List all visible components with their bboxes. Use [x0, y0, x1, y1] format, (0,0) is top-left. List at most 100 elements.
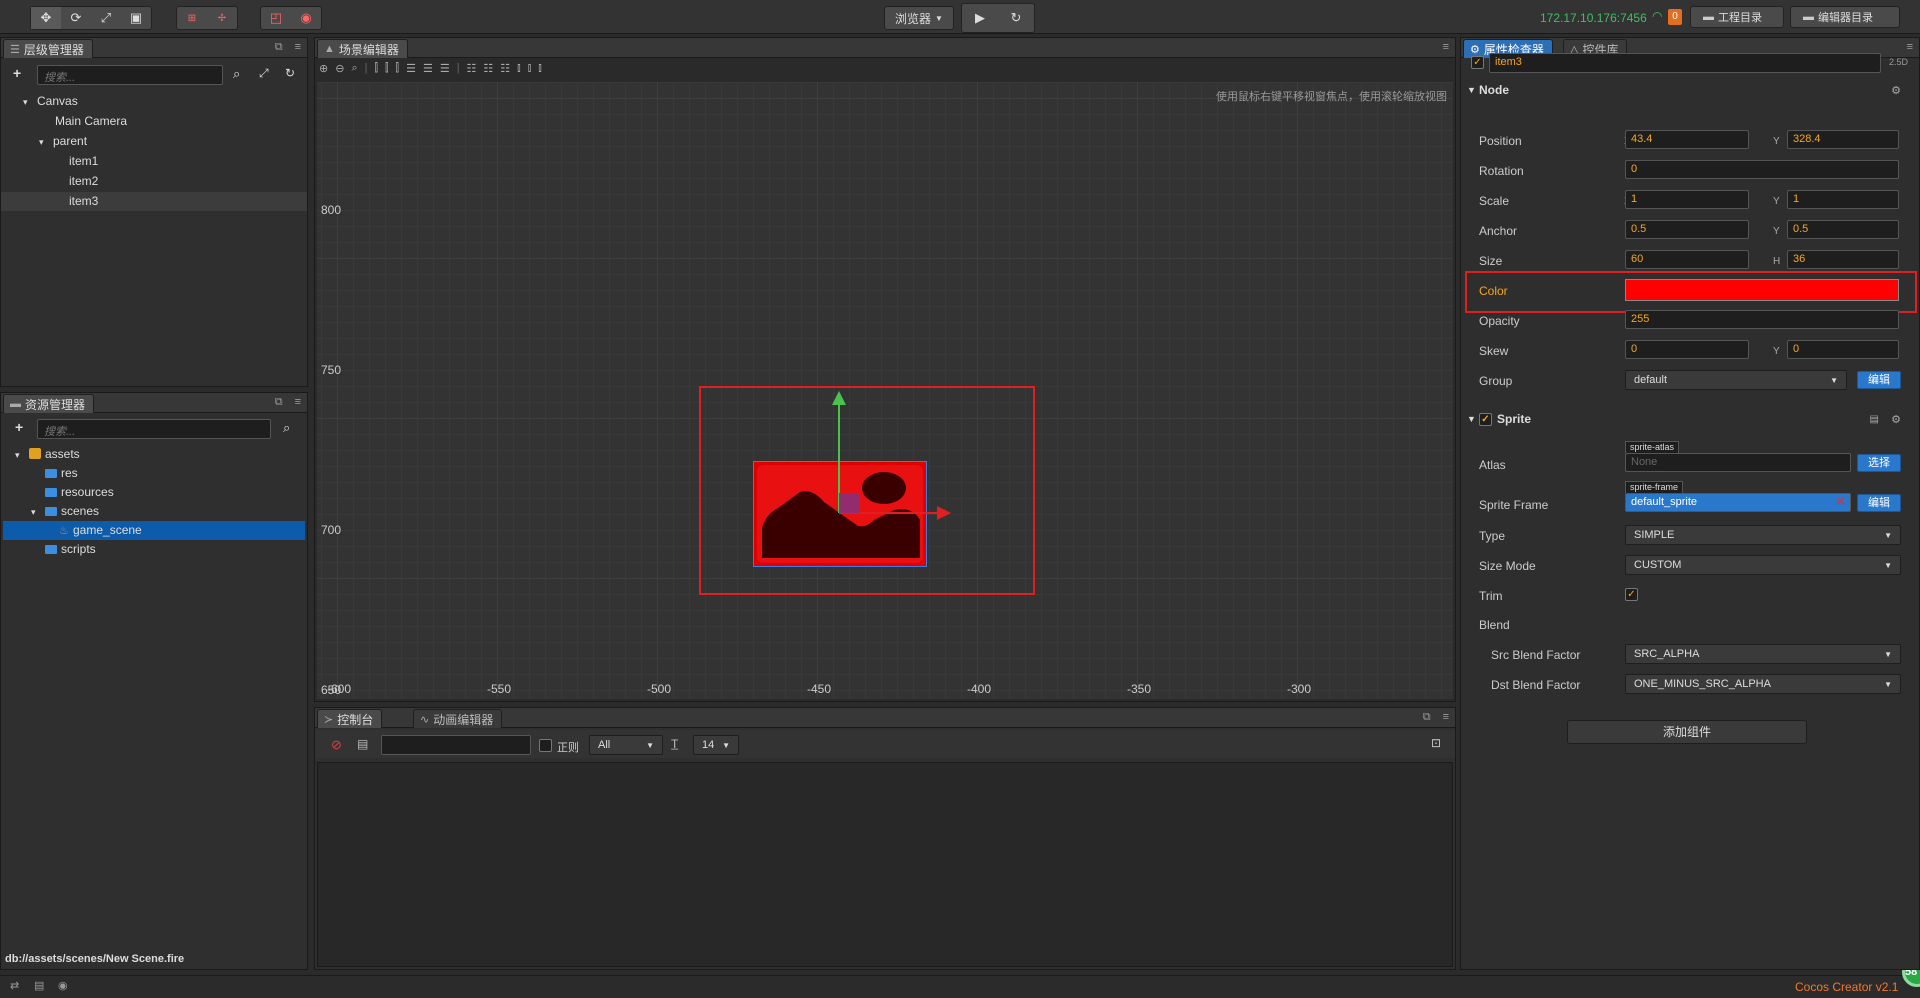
refresh-icon[interactable]: ↻ — [998, 4, 1034, 32]
group-edit-button[interactable]: 编辑 — [1857, 371, 1901, 389]
distribute-vcenter-icon[interactable]: ☷ — [483, 62, 493, 78]
refresh-icon[interactable]: ↻ — [285, 66, 295, 80]
gear-icon[interactable]: ⚙ — [1891, 84, 1901, 97]
rect-tool-icon[interactable]: ▣ — [121, 7, 151, 29]
distribute-bottom-icon[interactable]: ☷ — [500, 62, 510, 78]
distribute-hcenter-icon[interactable]: ⫾ — [528, 62, 532, 78]
trim-checkbox[interactable]: ✓ — [1625, 588, 1638, 601]
popout-icon[interactable]: ⧉ — [1423, 711, 1431, 724]
align-left-icon[interactable]: ⫿ — [374, 62, 378, 78]
scale-tool-icon[interactable]: ⤢ — [91, 7, 121, 29]
menu-icon[interactable]: ≡ — [1443, 41, 1449, 53]
collapse-icon[interactable]: ⊡ — [1431, 736, 1441, 750]
preview-select[interactable]: 浏览器 ▼ — [884, 6, 954, 30]
node-section-header[interactable]: ▼ Node ⚙ — [1461, 80, 1919, 100]
skew-x-input[interactable]: 0 — [1625, 340, 1749, 359]
eye-icon[interactable]: ◉ — [58, 979, 68, 992]
scale-y-input[interactable]: 1 — [1787, 190, 1899, 209]
align-bottom-icon[interactable]: ☰ — [440, 62, 450, 78]
move-tool-icon[interactable]: ✥ — [31, 7, 61, 29]
global-icon[interactable]: ◉ — [291, 7, 321, 29]
tab-animation-editor[interactable]: ∿ 动画编辑器 — [413, 709, 503, 728]
tree-item-item3[interactable]: item3 — [1, 192, 307, 211]
pivot-icon[interactable]: ✢ — [207, 7, 237, 29]
zoom-in-icon[interactable]: ⊕ — [319, 62, 328, 78]
size-mode-select[interactable]: CUSTOM ▼ — [1625, 555, 1901, 575]
tree-item-game-scene[interactable]: ♨ game_scene — [3, 521, 305, 540]
center-gizmo[interactable] — [839, 493, 859, 513]
tree-item-canvas[interactable]: ▾ Canvas — [1, 92, 307, 111]
hierarchy-search-input[interactable]: 搜索... — [37, 65, 223, 85]
anchor-y-input[interactable]: 0.5 — [1787, 220, 1899, 239]
tab-assets[interactable]: ▬ 资源管理器 — [3, 394, 95, 413]
snap-icon[interactable]: ◰ — [261, 7, 291, 29]
tab-hierarchy[interactable]: ☰ 层级管理器 — [3, 39, 93, 58]
align-top-icon[interactable]: ☰ — [406, 62, 416, 78]
zoom-out-icon[interactable]: ⊖ — [335, 62, 344, 78]
database-icon[interactable]: ▤ — [34, 979, 44, 992]
project-dir-button[interactable]: ▬ 工程目录 — [1690, 6, 1784, 28]
log-level-select[interactable]: All ▼ — [589, 735, 663, 755]
popout-icon[interactable]: ⧉ — [275, 41, 283, 54]
distribute-right-icon[interactable]: ⫾ — [538, 62, 542, 78]
menu-icon[interactable]: ≡ — [295, 41, 301, 54]
dst-blend-select[interactable]: ONE_MINUS_SRC_ALPHA ▼ — [1625, 674, 1901, 694]
add-component-button[interactable]: 添加组件 — [1567, 720, 1807, 744]
expand-arrow-icon[interactable]: ▾ — [23, 93, 37, 112]
distribute-top-icon[interactable]: ☷ — [467, 62, 477, 78]
sprite-item3[interactable] — [753, 461, 927, 567]
node-name-input[interactable]: item3 — [1489, 53, 1881, 73]
tree-item-resources[interactable]: resources — [1, 483, 307, 502]
size-w-input[interactable]: 60 — [1625, 250, 1749, 269]
type-select[interactable]: SIMPLE ▼ — [1625, 525, 1901, 545]
console-filter-input[interactable] — [381, 735, 531, 755]
sprite-frame-edit-button[interactable]: 编辑 — [1857, 494, 1901, 512]
tree-item-item1[interactable]: item1 — [1, 152, 307, 171]
tab-console[interactable]: ≻ 控制台 — [317, 709, 383, 728]
scale-x-input[interactable]: 1 — [1625, 190, 1749, 209]
editor-dir-button[interactable]: ▬ 编辑器目录 — [1790, 6, 1900, 28]
position-y-input[interactable]: 328.4 — [1787, 130, 1899, 149]
expand-arrow-icon[interactable]: ▾ — [15, 446, 29, 465]
y-arrow-icon[interactable] — [832, 391, 846, 405]
rotation-input[interactable]: 0 — [1625, 160, 1899, 179]
src-blend-select[interactable]: SRC_ALPHA ▼ — [1625, 644, 1901, 664]
opacity-input[interactable]: 255 — [1625, 310, 1899, 329]
align-right-icon[interactable]: ⫿ — [396, 62, 400, 78]
add-icon[interactable]: + — [15, 419, 23, 435]
ip-address[interactable]: 172.17.10.176:7456 — [1540, 11, 1647, 25]
mode-2-5d-toggle[interactable]: 2.5D — [1889, 57, 1908, 67]
tree-item-scripts[interactable]: scripts — [1, 540, 307, 559]
add-icon[interactable]: + — [13, 65, 21, 81]
distribute-left-icon[interactable]: ⫾ — [517, 62, 521, 78]
expand-icon[interactable]: ⤢ — [259, 66, 269, 81]
popout-icon[interactable]: ⧉ — [275, 396, 283, 409]
tab-scene-editor[interactable]: ▲ 场景编辑器 — [317, 39, 408, 58]
align-vcenter-icon[interactable]: ☰ — [423, 62, 433, 78]
atlas-select-button[interactable]: 选择 — [1857, 454, 1901, 472]
scene-viewport[interactable]: 使用鼠标右键平移视窗焦点，使用滚轮缩放视图 800 750 700 650 -6… — [317, 82, 1453, 699]
zoom-reset-icon[interactable]: ⌕ — [351, 62, 357, 78]
play-icon[interactable]: ▶ — [962, 4, 998, 32]
sprite-section-header[interactable]: ▼ ✓ Sprite ▤ ⚙ — [1461, 409, 1919, 429]
tree-item-item2[interactable]: item2 — [1, 172, 307, 191]
tree-item-scenes[interactable]: ▾ scenes — [1, 502, 307, 521]
color-swatch[interactable] — [1625, 279, 1899, 301]
log-file-icon[interactable]: ▤ — [357, 737, 368, 751]
sprite-enabled-checkbox[interactable]: ✓ — [1479, 412, 1492, 426]
node-active-checkbox[interactable]: ✓ — [1471, 56, 1484, 69]
search-icon[interactable]: ⌕ — [233, 66, 240, 82]
sprite-frame-input[interactable]: default_sprite ✕ — [1625, 493, 1851, 512]
anchor-x-input[interactable]: 0.5 — [1625, 220, 1749, 239]
expand-arrow-icon[interactable]: ▾ — [31, 503, 45, 522]
tree-item-res[interactable]: res — [1, 464, 307, 483]
expand-arrow-icon[interactable]: ▾ — [39, 133, 53, 152]
menu-icon[interactable]: ≡ — [1443, 711, 1449, 724]
group-select[interactable]: default ▼ — [1625, 370, 1847, 390]
atlas-input[interactable]: None — [1625, 453, 1851, 472]
help-icon[interactable]: ▤ — [1870, 414, 1879, 425]
gear-icon[interactable]: ⚙ — [1891, 413, 1901, 426]
tree-item-parent[interactable]: ▾ parent — [1, 132, 307, 151]
tree-item-main-camera[interactable]: Main Camera — [1, 112, 307, 131]
font-size-select[interactable]: 14 ▼ — [693, 735, 739, 755]
